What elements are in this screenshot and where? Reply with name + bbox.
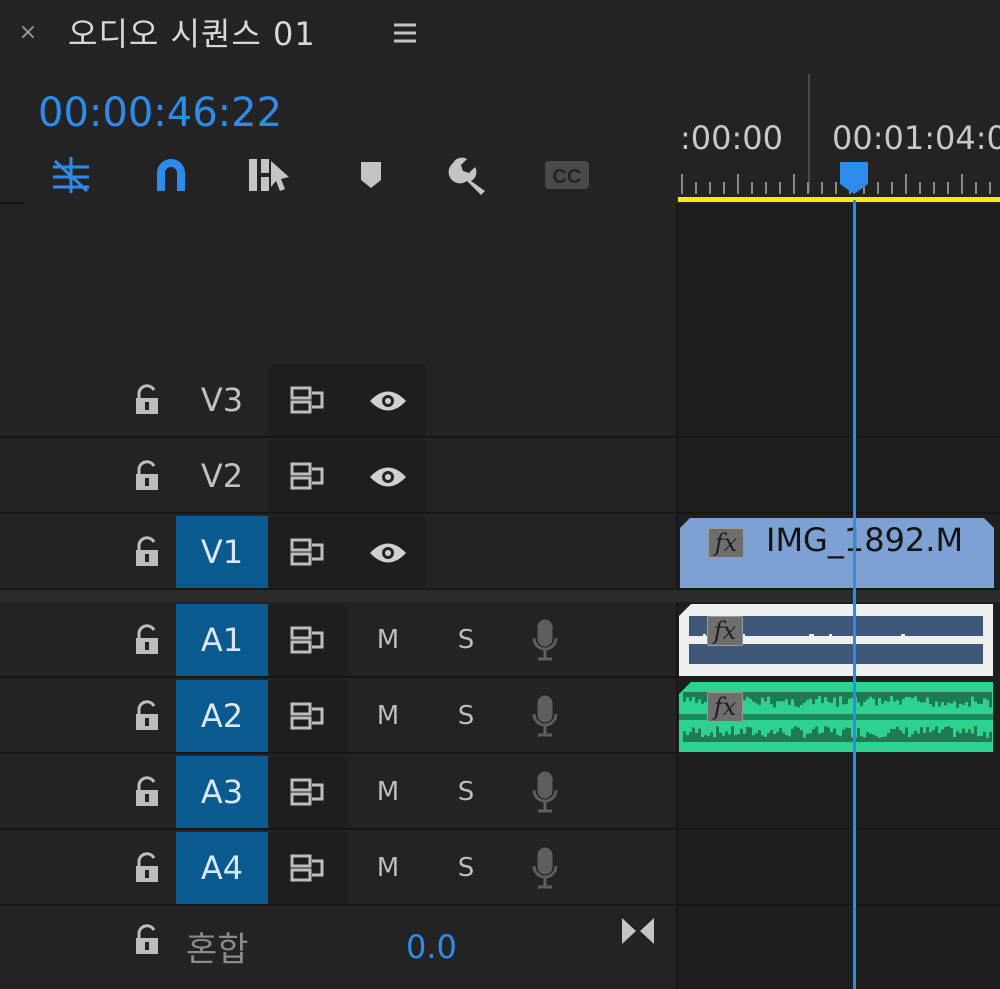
sync-lock-icon[interactable] (288, 700, 328, 732)
solo-button[interactable]: S (436, 680, 496, 752)
mix-volume-value[interactable]: 0.0 (406, 928, 457, 966)
fx-badge[interactable]: fx (707, 616, 743, 646)
timeline-row-mix[interactable] (678, 906, 1000, 978)
audio-clip-a1[interactable]: fx (679, 604, 993, 676)
mute-button[interactable]: M (358, 680, 418, 752)
toolbar-divider (0, 202, 24, 204)
sync-lock-icon[interactable] (288, 852, 328, 884)
voice-over-record-icon[interactable] (530, 694, 560, 738)
fx-badge[interactable]: fx (707, 692, 743, 722)
sync-lock-icon[interactable] (288, 624, 328, 656)
timeline-row-a4[interactable] (678, 830, 1000, 906)
timeline-row-v2[interactable] (678, 438, 1000, 514)
linked-selection-icon[interactable] (244, 150, 294, 200)
ruler-start-label: :00:00 (680, 119, 783, 157)
track-target-v3[interactable]: V3 (176, 364, 268, 436)
voice-over-record-icon[interactable] (530, 770, 560, 814)
playhead-timecode[interactable]: 00:00:46:22 (38, 88, 282, 138)
track-header-mix (0, 906, 676, 976)
captions-cc-icon[interactable]: CC (542, 150, 592, 200)
track-target-a1[interactable]: A1 (176, 604, 268, 676)
mute-button[interactable]: M (358, 832, 418, 904)
timeline-row-a3[interactable] (678, 754, 1000, 830)
nest-sequence-icon[interactable] (46, 150, 96, 200)
mute-button[interactable]: M (358, 756, 418, 828)
track-target-a4[interactable]: A4 (176, 832, 268, 904)
lock-icon[interactable] (130, 850, 166, 886)
track-target-a3[interactable]: A3 (176, 756, 268, 828)
timeline-row-v3[interactable] (678, 362, 1000, 438)
lock-icon[interactable] (130, 382, 166, 418)
add-marker-icon[interactable] (346, 150, 396, 200)
work-area-bar[interactable] (678, 197, 1000, 202)
lock-icon[interactable] (130, 458, 166, 494)
sync-lock-icon[interactable] (288, 776, 328, 808)
close-panel-button[interactable]: × (16, 18, 40, 48)
lock-icon[interactable] (130, 622, 166, 658)
sequence-title-tab[interactable]: 오디오 시퀀스 01 (68, 12, 316, 56)
mix-width-icon[interactable] (620, 914, 656, 948)
track-target-v1[interactable]: V1 (176, 516, 268, 588)
sync-lock-icon[interactable] (288, 460, 328, 492)
voice-over-record-icon[interactable] (530, 846, 560, 890)
video-audio-divider[interactable] (0, 590, 1000, 602)
solo-button[interactable]: S (436, 604, 496, 676)
timeline-settings-wrench-icon[interactable] (444, 150, 494, 200)
track-target-v2[interactable]: V2 (176, 440, 268, 512)
captions-cc-label: CC (553, 166, 582, 188)
lock-icon[interactable] (130, 922, 166, 958)
ruler-mid-label: 00:01:04:00 (832, 119, 1000, 157)
audio-clip-a2[interactable]: fx (679, 682, 993, 752)
solo-button[interactable]: S (436, 832, 496, 904)
sync-lock-icon[interactable] (288, 384, 328, 416)
voice-over-record-icon[interactable] (530, 618, 560, 662)
playhead-handle[interactable] (838, 160, 870, 194)
lock-icon[interactable] (130, 774, 166, 810)
solo-button[interactable]: S (436, 756, 496, 828)
fx-badge[interactable]: fx (708, 528, 744, 558)
lock-icon[interactable] (130, 698, 166, 734)
eye-icon[interactable] (368, 538, 408, 568)
sync-lock-icon[interactable] (288, 536, 328, 568)
track-target-a2[interactable]: A2 (176, 680, 268, 752)
mix-track-label: 혼합 (186, 930, 249, 970)
panel-menu-icon[interactable] (388, 16, 422, 50)
eye-icon[interactable] (368, 462, 408, 492)
snap-magnet-icon[interactable] (146, 150, 196, 200)
video-clip-name: IMG_1892.M (766, 521, 964, 559)
eye-icon[interactable] (368, 386, 408, 416)
mute-button[interactable]: M (358, 604, 418, 676)
lock-icon[interactable] (130, 534, 166, 570)
playhead-line[interactable] (853, 200, 856, 989)
